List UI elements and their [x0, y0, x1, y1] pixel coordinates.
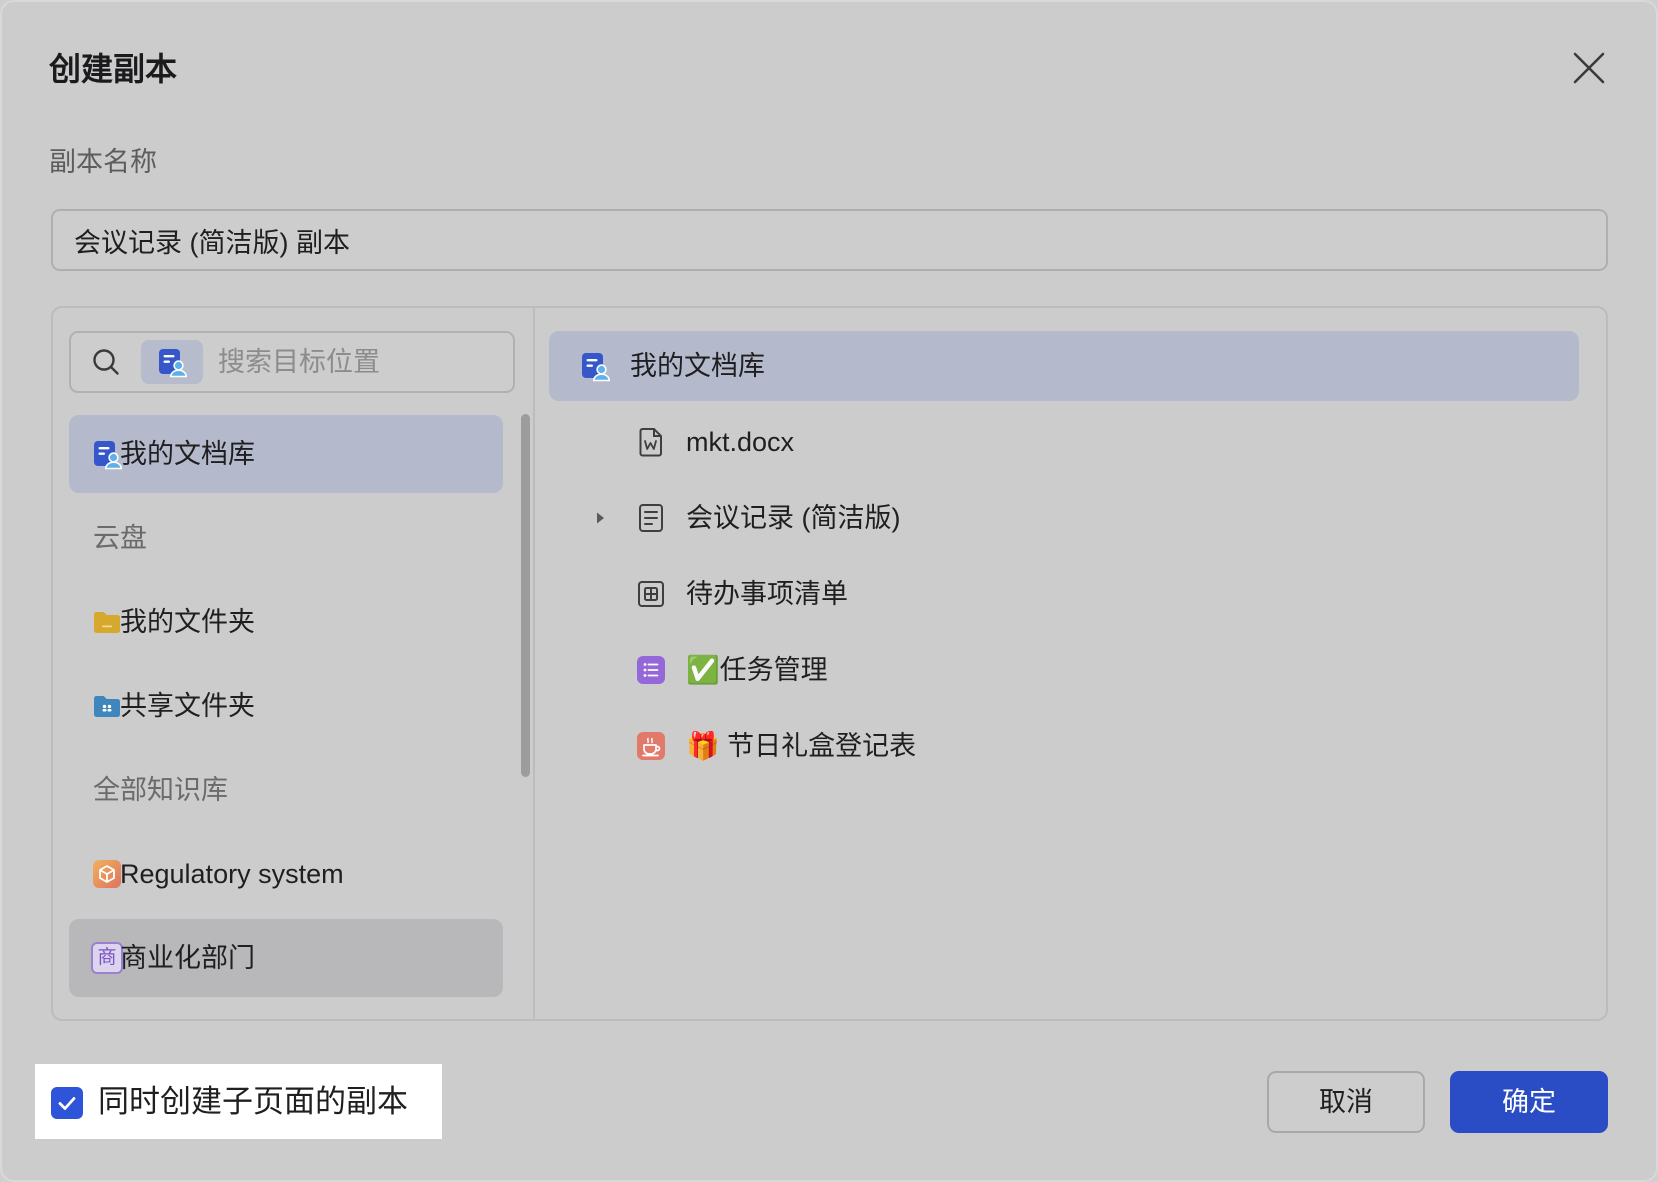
nav-item-label: 我的文件夹 — [120, 607, 255, 637]
nav-section-label: 云盘 — [93, 523, 147, 553]
tree-item-label: 🎁 节日礼盒登记表 — [686, 731, 917, 761]
tree-root-label: 我的文档库 — [630, 351, 765, 381]
tree-root-my-doc-library[interactable]: 我的文档库 — [549, 331, 1579, 401]
location-picker: 我的文档库 云盘 我的文件夹 共享文件夹 全部知识库 Regulatory sy… — [51, 306, 1608, 1021]
search-scope-chip[interactable] — [141, 340, 203, 384]
doc-library-icon — [156, 346, 188, 378]
location-search-box[interactable] — [69, 331, 515, 393]
create-copy-dialog: 创建副本 副本名称 我的文档库 云盘 — [0, 0, 1658, 1182]
nav-item-label: 商业化部门 — [120, 943, 255, 973]
cancel-button[interactable]: 取消 — [1267, 1071, 1425, 1133]
nav-section-label: 全部知识库 — [93, 775, 228, 805]
doc-icon — [635, 502, 667, 534]
tree-item[interactable]: mkt.docx — [549, 412, 1579, 472]
nav-item-commercial-dept[interactable]: 商 商业化部门 — [69, 919, 503, 997]
nav-section-cloud-drive: 云盘 — [69, 499, 503, 577]
doc-library-icon — [579, 350, 611, 382]
copy-name-label: 副本名称 — [49, 147, 157, 177]
nav-item-label: 我的文档库 — [120, 439, 255, 469]
nav-item-regulatory-system[interactable]: Regulatory system — [69, 835, 503, 913]
badge-char: 商 — [91, 942, 123, 974]
nav-item-label: 共享文件夹 — [120, 691, 255, 721]
include-subpages-label: 同时创建子页面的副本 — [98, 1084, 408, 1119]
tree-item-label: ✅任务管理 — [686, 655, 828, 685]
nav-item-shared-folder[interactable]: 共享文件夹 — [69, 667, 503, 745]
expand-arrow-icon[interactable] — [592, 510, 608, 526]
tree-item-label: 会议记录 (简洁版) — [686, 503, 901, 533]
dialog-title: 创建副本 — [49, 51, 178, 87]
folder-icon — [91, 606, 123, 638]
tree-item[interactable]: ✅任务管理 — [549, 640, 1579, 700]
confirm-button[interactable]: 确定 — [1450, 1071, 1608, 1133]
nav-item-my-doc-library[interactable]: 我的文档库 — [69, 415, 503, 493]
task-list-icon — [635, 654, 667, 686]
shared-folder-icon — [91, 690, 123, 722]
search-icon — [90, 346, 122, 378]
sheet-icon — [635, 578, 667, 610]
nav-scrollbar[interactable] — [521, 414, 530, 777]
form-icon — [635, 730, 667, 762]
search-input[interactable] — [218, 333, 503, 391]
close-icon[interactable] — [1570, 49, 1608, 87]
include-subpages-option[interactable]: 同时创建子页面的副本 — [35, 1064, 442, 1139]
tree-item[interactable]: 🎁 节日礼盒登记表 — [549, 716, 1579, 776]
cube-icon — [91, 858, 123, 890]
nav-item-my-folder[interactable]: 我的文件夹 — [69, 583, 503, 661]
nav-section-all-wikis: 全部知识库 — [69, 751, 503, 829]
include-subpages-checkbox[interactable] — [51, 1087, 83, 1119]
doc-library-icon — [91, 438, 123, 470]
tree-item-label: 待办事项清单 — [686, 579, 848, 609]
panel-divider — [533, 308, 535, 1019]
text-badge-icon: 商 — [91, 942, 123, 974]
tree-item[interactable]: 待办事项清单 — [549, 564, 1579, 624]
copy-name-input[interactable] — [51, 209, 1608, 271]
tree-item-label: mkt.docx — [686, 427, 795, 457]
nav-item-label: Regulatory system — [120, 859, 344, 889]
word-file-icon — [635, 426, 667, 458]
tree-item[interactable]: 会议记录 (简洁版) — [549, 488, 1579, 548]
